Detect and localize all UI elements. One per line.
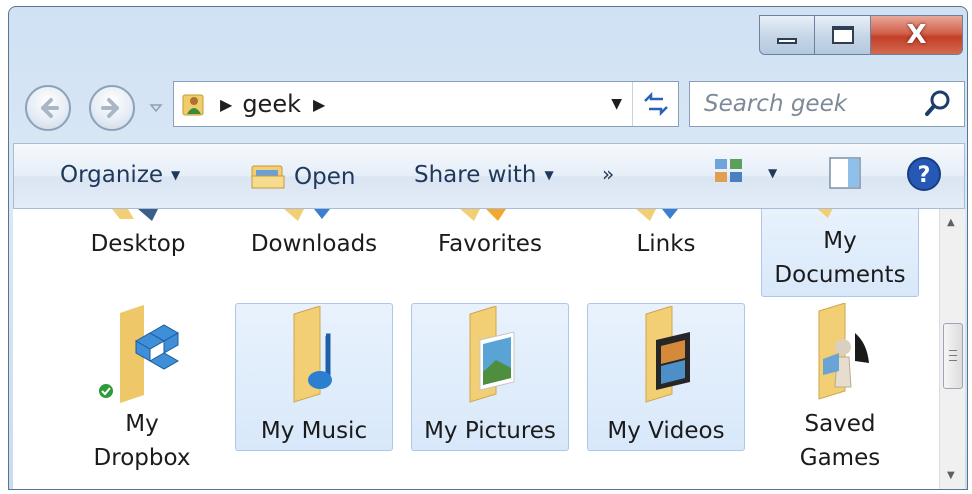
- downloads-folder-icon: [284, 209, 330, 221]
- back-button[interactable]: [25, 85, 71, 131]
- organize-label: Organize: [60, 162, 164, 188]
- close-button[interactable]: X: [871, 15, 963, 55]
- grip-line: [949, 360, 957, 361]
- organize-button[interactable]: Organize ▼: [60, 162, 180, 188]
- folder-item-my-music[interactable]: My Music: [235, 303, 393, 451]
- change-view-button[interactable]: [714, 158, 744, 184]
- folder-item-favorites[interactable]: Favorites: [415, 209, 565, 305]
- desktop-folder-icon: [112, 209, 158, 221]
- scrollbar-thumb[interactable]: [943, 323, 963, 389]
- item-label-line1: Saved: [804, 411, 876, 437]
- folder-item-my-documents[interactable]: My Documents: [761, 209, 919, 297]
- open-label: Open: [294, 164, 356, 190]
- share-with-button[interactable]: Share with ▼: [414, 162, 554, 188]
- item-label: Links: [636, 231, 696, 257]
- minimize-button[interactable]: [759, 15, 815, 55]
- scroll-up-arrow-icon[interactable]: ▲: [947, 217, 955, 228]
- pictures-folder-icon: [469, 306, 515, 403]
- folder-item-my-pictures[interactable]: My Pictures: [411, 303, 569, 451]
- forward-button[interactable]: [89, 85, 135, 131]
- more-label: »: [602, 162, 615, 186]
- item-label-line2: Games: [799, 445, 881, 471]
- chevron-down-icon: ▼: [544, 168, 554, 182]
- views-icon: [715, 159, 742, 182]
- vertical-scrollbar[interactable]: ▲ ▼: [939, 209, 965, 489]
- help-icon: ?: [907, 157, 941, 191]
- music-folder-icon: [293, 306, 332, 403]
- close-icon: X: [906, 20, 927, 50]
- svg-text:?: ?: [918, 163, 931, 188]
- window-controls: X: [759, 15, 963, 55]
- more-commands-button[interactable]: »: [602, 162, 614, 186]
- maximize-button[interactable]: [815, 15, 871, 55]
- refresh-icon: [643, 92, 668, 116]
- item-label: My Videos: [607, 418, 725, 444]
- folder-item-desktop[interactable]: Desktop: [73, 209, 203, 305]
- search-input[interactable]: Search geek: [704, 91, 922, 117]
- forward-arrow-icon: [101, 98, 119, 118]
- explorer-window: X ▶ geek ▶ ▼ Search geek Organize ▼ Open…: [8, 6, 968, 490]
- open-folder-icon: [251, 165, 285, 189]
- folder-item-my-dropbox[interactable]: My Dropbox: [67, 299, 217, 479]
- search-box[interactable]: Search geek: [689, 81, 965, 127]
- user-folder-icon: [182, 94, 204, 116]
- dropbox-folder-icon: [97, 305, 180, 403]
- breadcrumb-chevron-icon[interactable]: ▶: [220, 95, 232, 114]
- help-button[interactable]: ?: [906, 156, 942, 192]
- item-label: Desktop: [90, 231, 186, 257]
- address-bar[interactable]: ▶ geek ▶ ▼: [173, 81, 679, 127]
- share-with-label: Share with: [414, 162, 537, 188]
- preview-pane-icon: [829, 157, 861, 189]
- item-label: Downloads: [250, 231, 378, 257]
- favorites-folder-icon: [460, 209, 506, 221]
- videos-folder-icon: [645, 306, 690, 403]
- search-icon[interactable]: [922, 88, 954, 120]
- links-folder-icon: [636, 209, 678, 221]
- open-button[interactable]: Open: [250, 162, 355, 192]
- item-label: My Pictures: [424, 418, 556, 444]
- saved-games-folder-icon: [818, 303, 869, 400]
- scroll-down-arrow-icon[interactable]: ▼: [947, 470, 955, 481]
- item-label: My Documents: [774, 228, 906, 288]
- documents-folder-icon: [817, 209, 833, 218]
- refresh-button[interactable]: [632, 82, 678, 126]
- recent-pages-dropdown[interactable]: [149, 101, 163, 115]
- command-bar: Organize ▼ Open Share with ▼ » ▼ ?: [13, 143, 965, 209]
- file-list: Desktop Downloads Favorites Links My Doc: [13, 209, 939, 489]
- folder-item-links[interactable]: Links: [591, 209, 741, 305]
- back-arrow-icon: [41, 98, 59, 118]
- folder-item-downloads[interactable]: Downloads: [239, 209, 389, 305]
- breadcrumb-item[interactable]: geek: [242, 90, 301, 118]
- address-history-dropdown[interactable]: ▼: [611, 96, 622, 112]
- breadcrumb-chevron-icon[interactable]: ▶: [313, 95, 325, 114]
- view-options-dropdown[interactable]: ▼: [768, 166, 777, 180]
- folder-item-saved-games[interactable]: Saved Games: [761, 299, 919, 479]
- item-label-line1: My: [125, 411, 159, 437]
- item-label-line2: Dropbox: [93, 445, 191, 471]
- chevron-down-icon: ▼: [171, 168, 181, 182]
- grip-line: [949, 355, 957, 356]
- grip-line: [949, 350, 957, 351]
- maximize-icon: [831, 26, 854, 44]
- item-label: My Music: [260, 418, 368, 444]
- preview-pane-button[interactable]: [828, 156, 862, 190]
- navigation-bar: ▶ geek ▶ ▼ Search geek: [9, 71, 967, 131]
- item-label: Favorites: [438, 231, 542, 257]
- folder-item-my-videos[interactable]: My Videos: [587, 303, 745, 451]
- minimize-icon: [777, 38, 797, 44]
